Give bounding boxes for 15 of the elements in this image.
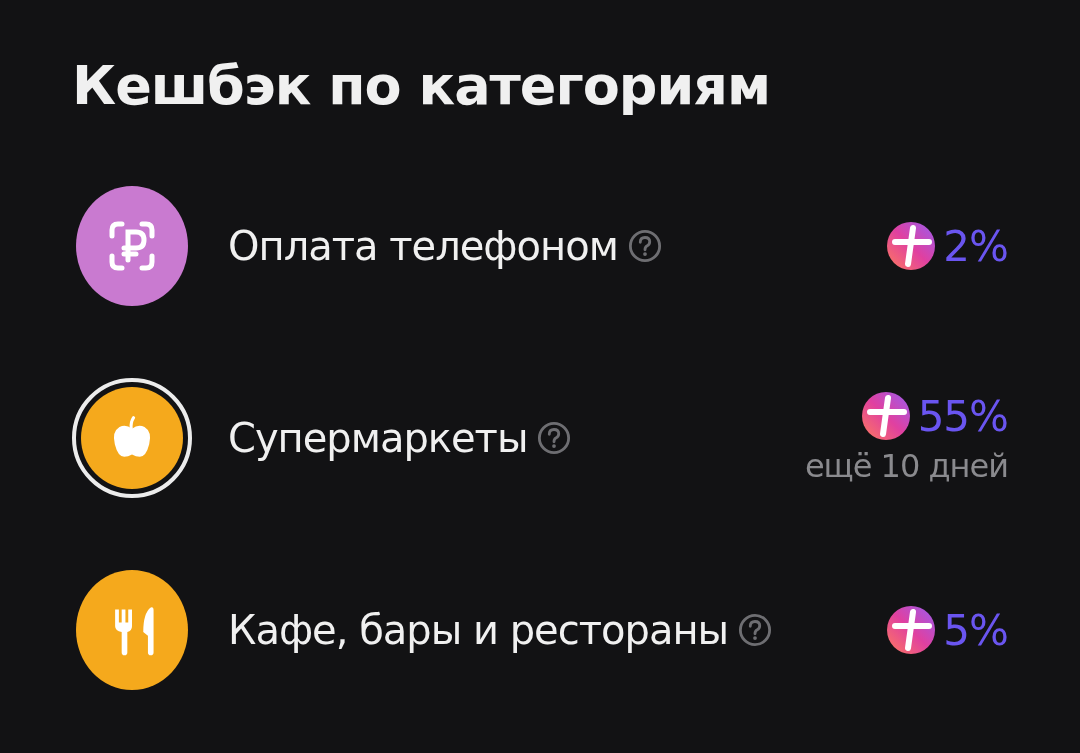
days-left: ещё 10 дней	[804, 446, 1008, 485]
cashback-percent: 5%	[943, 605, 1008, 655]
cashback-percent: 2%	[943, 221, 1008, 271]
help-icon[interactable]	[627, 229, 662, 263]
plus-icon	[887, 222, 936, 270]
section-title: Кешбэк по категориям	[72, 53, 772, 119]
cashback-percent: 55%	[917, 391, 1008, 441]
plus-icon	[861, 392, 910, 440]
category-name: Оплата телефоном	[228, 223, 618, 269]
plus-icon	[887, 606, 936, 654]
help-icon[interactable]	[738, 613, 773, 647]
category-name: Кафе, бары и рестораны	[228, 607, 729, 653]
category-name: Супермаркеты	[228, 415, 528, 461]
category-icon[interactable]	[72, 378, 192, 498]
help-icon[interactable]	[537, 421, 572, 455]
